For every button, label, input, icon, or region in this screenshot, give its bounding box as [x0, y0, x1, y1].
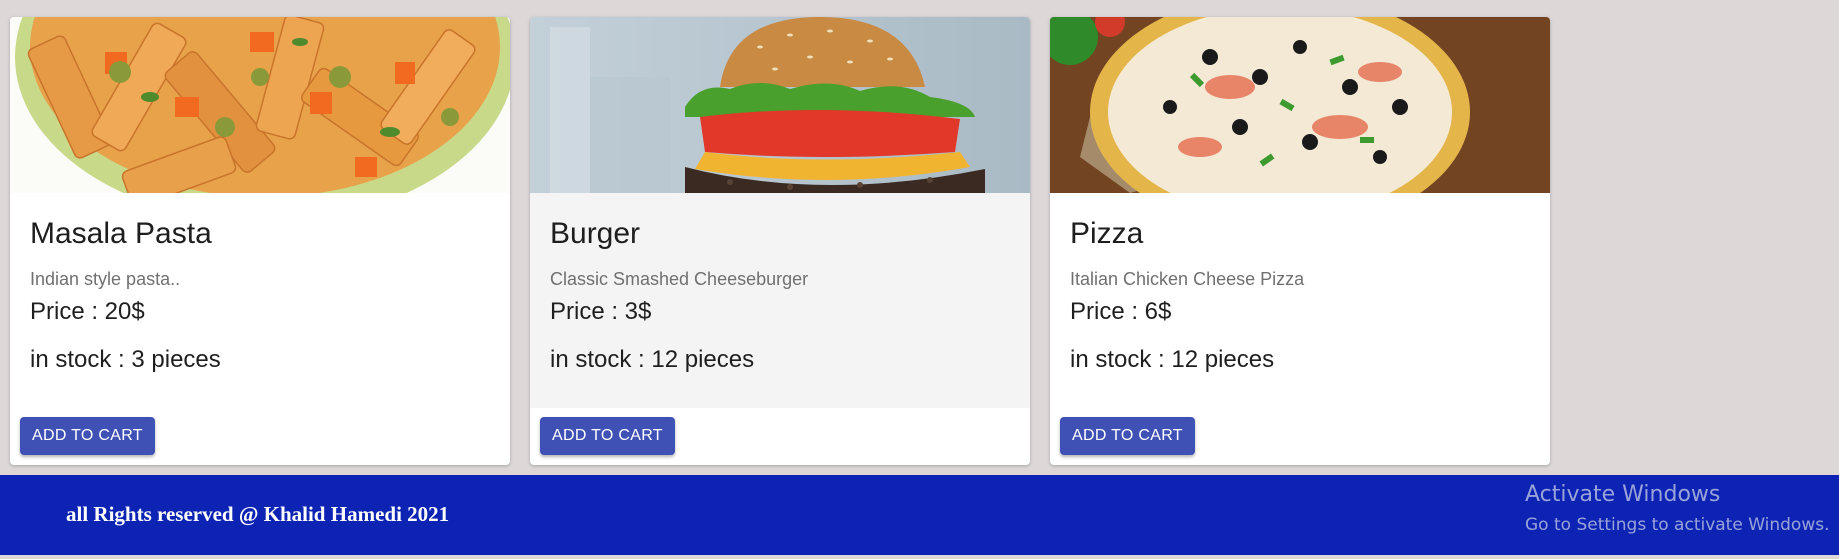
- add-to-cart-button[interactable]: ADD TO CART: [1060, 417, 1195, 455]
- product-price: Price : 3$: [550, 298, 652, 325]
- card-content: Pizza Italian Chicken Cheese Pizza Price…: [1050, 193, 1550, 408]
- product-stock: in stock : 12 pieces: [1070, 346, 1275, 373]
- product-description: Indian style pasta..: [30, 269, 181, 289]
- product-stock: in stock : 12 pieces: [550, 346, 755, 373]
- pasta-image[interactable]: [10, 17, 510, 193]
- product-list: Masala Pasta Indian style pasta.. Price …: [10, 17, 1550, 465]
- card-actions: ADD TO CART: [1050, 408, 1550, 465]
- card-actions: ADD TO CART: [10, 408, 510, 465]
- product-title: Burger: [550, 217, 641, 250]
- footer-copyright: all Rights reserved @ Khalid Hamedi 2021: [66, 502, 450, 526]
- watermark-title: Activate Windows: [1525, 482, 1721, 507]
- product-description: Classic Smashed Cheeseburger: [550, 269, 809, 289]
- product-price: Price : 6$: [1070, 298, 1172, 325]
- product-card-pizza[interactable]: Pizza Italian Chicken Cheese Pizza Price…: [1050, 17, 1550, 465]
- add-to-cart-button[interactable]: ADD TO CART: [20, 417, 155, 455]
- pizza-image[interactable]: [1050, 17, 1550, 193]
- watermark-subtitle: Go to Settings to activate Windows.: [1525, 515, 1830, 535]
- product-card-burger[interactable]: Burger Classic Smashed Cheeseburger Pric…: [530, 17, 1030, 465]
- card-actions: ADD TO CART: [530, 408, 1030, 465]
- add-to-cart-button[interactable]: ADD TO CART: [540, 417, 675, 455]
- product-price: Price : 20$: [30, 298, 145, 325]
- product-title: Pizza: [1070, 217, 1144, 250]
- product-card-masala-pasta[interactable]: Masala Pasta Indian style pasta.. Price …: [10, 17, 510, 465]
- product-description: Italian Chicken Cheese Pizza: [1070, 269, 1305, 289]
- card-content: Masala Pasta Indian style pasta.. Price …: [10, 193, 510, 408]
- product-title: Masala Pasta: [30, 217, 212, 250]
- activate-windows-watermark: Activate Windows Go to Settings to activ…: [1525, 480, 1830, 540]
- card-content: Burger Classic Smashed Cheeseburger Pric…: [530, 193, 1030, 408]
- burger-image[interactable]: [530, 17, 1030, 193]
- product-stock: in stock : 3 pieces: [30, 346, 221, 373]
